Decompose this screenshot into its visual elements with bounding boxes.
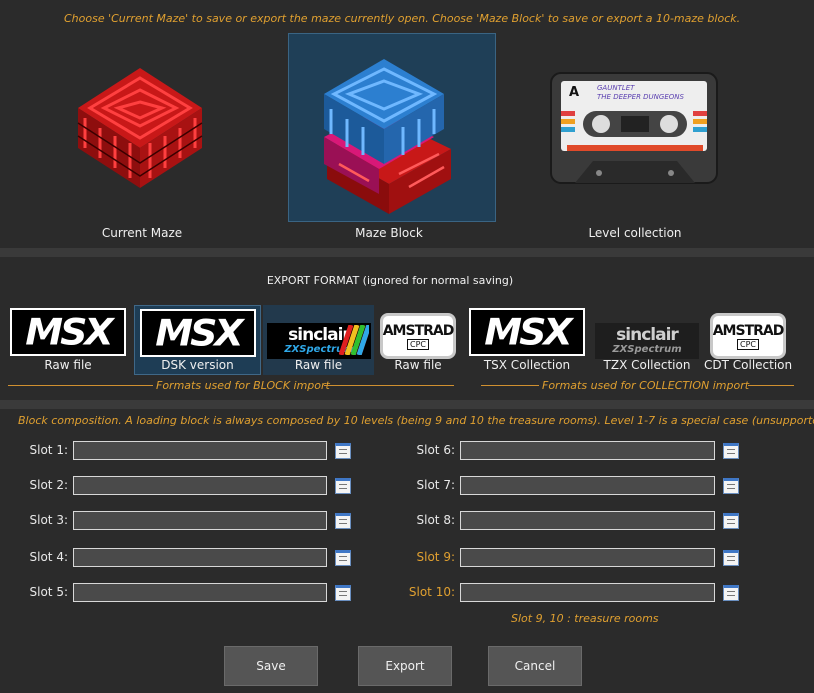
current-maze-option[interactable] — [40, 33, 240, 222]
msx-logo-text: MSX — [25, 311, 114, 353]
slot-6-browse-icon[interactable] — [723, 443, 739, 459]
separator — [0, 400, 814, 409]
cpc-logo-text: CPC — [737, 338, 759, 350]
slot-2-input[interactable] — [73, 476, 327, 495]
level-collection-option[interactable]: A GAUNTLET THE DEEPER DUNGEONS — [535, 33, 735, 222]
slot-5-input[interactable] — [73, 583, 327, 602]
slot-10-input[interactable] — [460, 583, 715, 602]
maze-block-option[interactable] — [288, 33, 496, 222]
amstrad-logo-icon: AMSTRAD CPC — [710, 313, 786, 359]
sinclair-logo-icon: sinclair ZXSpectrum — [595, 323, 699, 359]
slot-4-label: Slot 4: — [29, 550, 69, 564]
level-collection-label: Level collection — [588, 226, 682, 240]
rainbow-stripe-icon — [339, 325, 369, 355]
format-msx-tsx-label: TSX Collection — [483, 358, 571, 372]
zx-logo-text: ZXSpectrum — [612, 344, 682, 355]
current-maze-label: Current Maze — [101, 226, 183, 240]
block-group-label: Formats used for BLOCK import — [156, 379, 330, 392]
msx-logo-text: MSX — [155, 312, 244, 354]
slot-7-browse-icon[interactable] — [723, 478, 739, 494]
format-zx-raw-label: Raw file — [294, 358, 343, 372]
msx-logo-icon: MSX — [10, 308, 126, 356]
slot-4-browse-icon[interactable] — [335, 550, 351, 566]
slot-4-input[interactable] — [73, 548, 327, 567]
treasure-rooms-note: Slot 9, 10 : treasure rooms — [511, 612, 659, 625]
slot-3-input[interactable] — [73, 511, 327, 530]
cpc-logo-text: CPC — [407, 338, 429, 350]
slot-8-browse-icon[interactable] — [723, 513, 739, 529]
slot-1-input[interactable] — [73, 441, 327, 460]
slot-8-input[interactable] — [460, 511, 715, 530]
cassette-title-1: GAUNTLET — [597, 84, 635, 92]
collection-group-line-left — [481, 385, 539, 386]
cassette-icon — [550, 72, 718, 184]
slot-8-label: Slot 8: — [416, 513, 456, 527]
format-amstrad-cdt-label: CDT Collection — [704, 358, 793, 372]
collection-group-line-right — [748, 385, 794, 386]
slot-5-browse-icon[interactable] — [335, 585, 351, 601]
cancel-button[interactable]: Cancel — [488, 646, 582, 686]
amstrad-logo-text: AMSTRAD — [382, 322, 455, 339]
slot-1-label: Slot 1: — [29, 443, 69, 457]
maze-block-label: Maze Block — [355, 226, 423, 240]
slot-9-input[interactable] — [460, 548, 715, 567]
sinclair-logo-text: sinclair — [616, 325, 679, 345]
slot-6-label: Slot 6: — [416, 443, 456, 457]
cassette-title-2: THE DEEPER DUNGEONS — [597, 93, 684, 101]
msx-logo-icon: MSX — [140, 309, 256, 357]
block-group-line-right — [324, 385, 454, 386]
slot-2-label: Slot 2: — [29, 478, 69, 492]
slot-3-browse-icon[interactable] — [335, 513, 351, 529]
red-maze-cube-icon — [77, 68, 203, 188]
slot-1-browse-icon[interactable] — [335, 443, 351, 459]
block-group-line-left — [8, 385, 153, 386]
slot-9-browse-icon[interactable] — [723, 550, 739, 566]
maze-block-icon — [324, 59, 451, 214]
format-msx-dsk-label: DSK version — [161, 358, 234, 372]
slot-10-label: Slot 10: — [408, 585, 455, 599]
block-composition-hint: Block composition. A loading block is al… — [18, 414, 814, 427]
amstrad-logo-icon: AMSTRAD CPC — [380, 313, 456, 359]
slot-5-label: Slot 5: — [29, 585, 69, 599]
export-format-title: EXPORT FORMAT (ignored for normal saving… — [266, 274, 514, 287]
collection-group-label: Formats used for COLLECTION import — [542, 379, 750, 392]
format-msx-raw-label: Raw file — [44, 358, 92, 372]
separator — [0, 248, 814, 257]
cassette-side: A — [569, 85, 580, 100]
slot-9-label: Slot 9: — [416, 550, 456, 564]
top-hint: Choose 'Current Maze' to save or export … — [64, 12, 741, 25]
slot-6-input[interactable] — [460, 441, 715, 460]
export-button[interactable]: Export — [358, 646, 452, 686]
format-zx-tzx-label: TZX Collection — [603, 358, 691, 372]
slot-7-input[interactable] — [460, 476, 715, 495]
slot-10-browse-icon[interactable] — [723, 585, 739, 601]
amstrad-logo-text: AMSTRAD — [712, 322, 785, 339]
slot-2-browse-icon[interactable] — [335, 478, 351, 494]
msx-logo-text: MSX — [484, 311, 573, 353]
slot-3-label: Slot 3: — [29, 513, 69, 527]
save-button[interactable]: Save — [224, 646, 318, 686]
slot-7-label: Slot 7: — [416, 478, 456, 492]
sinclair-logo-icon: sinclair ZXSpectrum — [267, 323, 371, 359]
format-amstrad-raw-label: Raw file — [394, 358, 442, 372]
msx-logo-icon: MSX — [469, 308, 585, 356]
